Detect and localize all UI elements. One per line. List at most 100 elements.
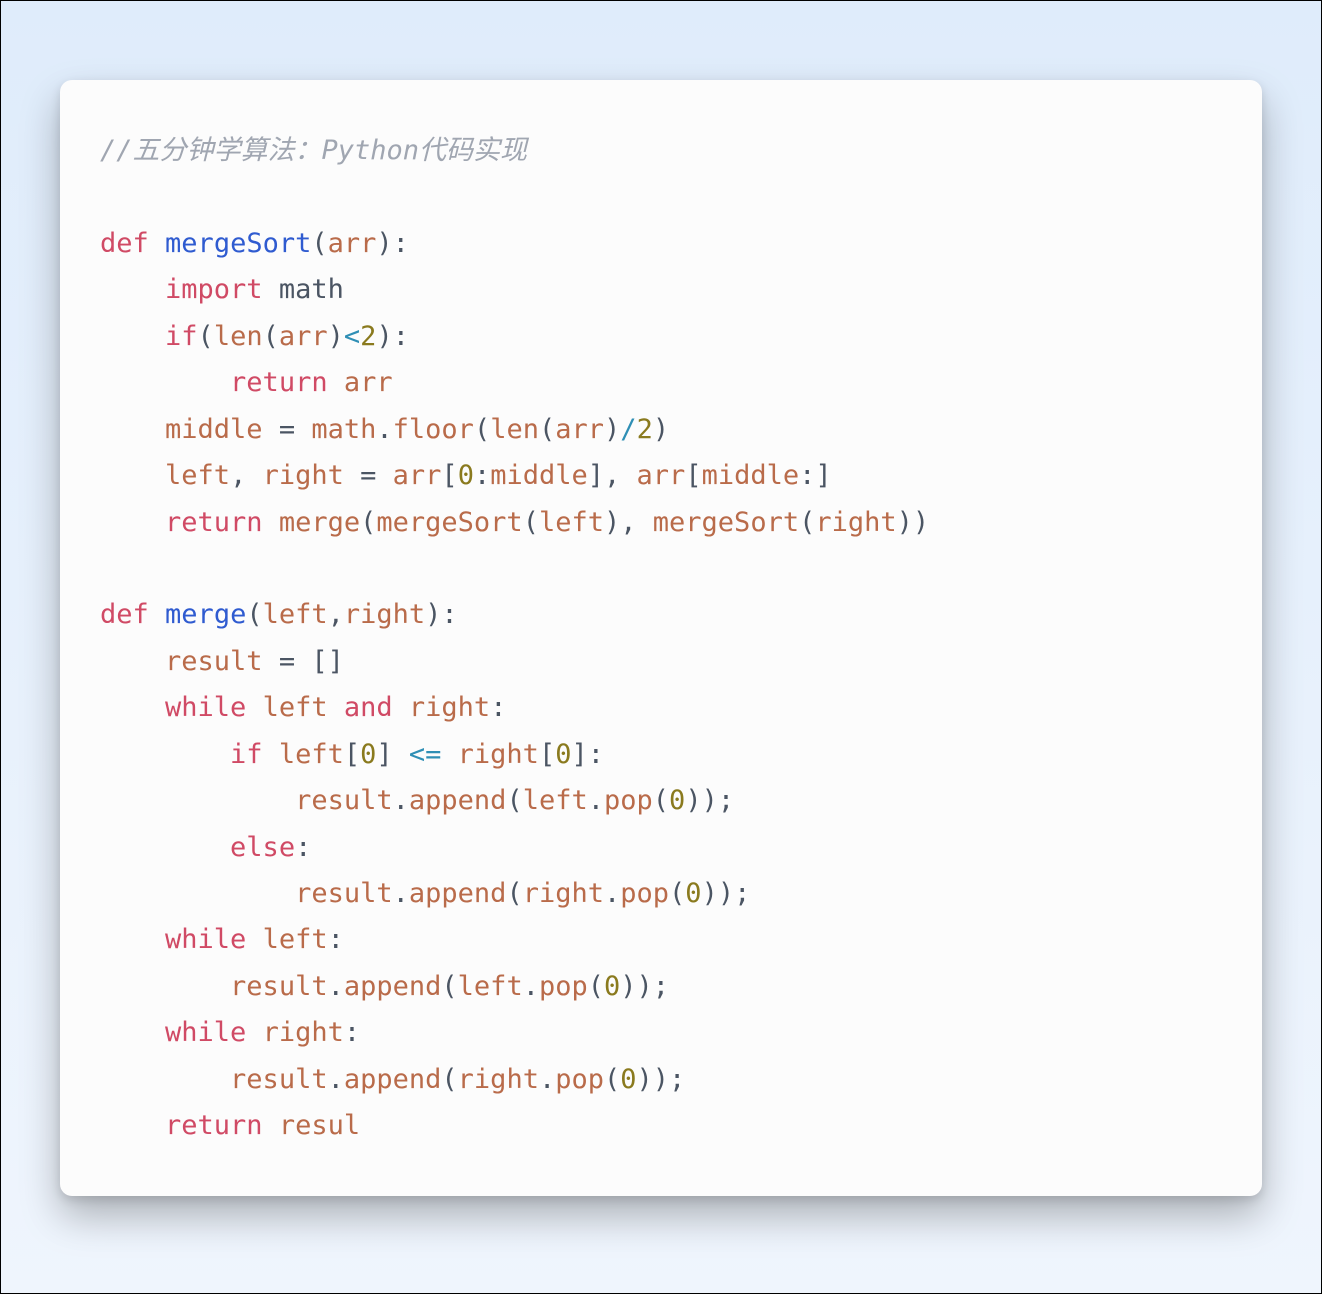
fn-pop: pop <box>604 785 653 816</box>
paren-close: )); <box>685 785 734 816</box>
fn-append: append <box>344 971 442 1002</box>
paren: ( <box>588 971 604 1002</box>
kw-return: return <box>165 507 263 538</box>
fn-pop: pop <box>620 878 669 909</box>
fn-append: append <box>344 1064 442 1095</box>
kw-if: if <box>230 739 263 770</box>
kw-while: while <box>165 924 246 955</box>
colon: : <box>344 1017 360 1048</box>
kw-and: and <box>344 692 393 723</box>
paren-close: ): <box>376 228 409 259</box>
paren: ( <box>669 878 685 909</box>
fn-merge: merge <box>279 507 360 538</box>
var-arr: arr <box>328 367 393 398</box>
code-card: //五分钟学算法：Python代码实现 def mergeSort(arr): … <box>60 80 1262 1196</box>
colon: : <box>295 832 311 863</box>
var-result: result <box>230 1064 328 1095</box>
paren-close: ): <box>425 599 458 630</box>
eq-empty: = [] <box>263 646 344 677</box>
comma: , <box>328 599 344 630</box>
num-0: 0 <box>620 1064 636 1095</box>
var-left: left <box>523 785 588 816</box>
paren: ) <box>328 321 344 352</box>
var-result: result <box>230 971 328 1002</box>
bracket: ], <box>588 460 637 491</box>
var-left: left <box>263 739 344 770</box>
fn-merge: merge <box>165 599 246 630</box>
paren-close: )); <box>702 878 751 909</box>
paren: ( <box>474 414 490 445</box>
paren: ( <box>506 878 522 909</box>
paren: ( <box>311 228 327 259</box>
dot: . <box>376 414 392 445</box>
bracket: [ <box>539 739 555 770</box>
fn-len: len <box>214 321 263 352</box>
mod-math: math <box>263 274 344 305</box>
paren: ( <box>506 785 522 816</box>
kw-if: if <box>165 321 198 352</box>
op-le: <= <box>409 739 442 770</box>
var-middle: middle <box>702 460 800 491</box>
bracket: [ <box>344 739 360 770</box>
space <box>263 507 279 538</box>
code-block: //五分钟学算法：Python代码实现 def mergeSort(arr): … <box>100 128 1222 1150</box>
param-right: right <box>344 599 425 630</box>
colon: : <box>474 460 490 491</box>
var-arr: arr <box>393 460 442 491</box>
fn-append: append <box>409 878 507 909</box>
dot: . <box>328 971 344 1002</box>
var-middle: middle <box>490 460 588 491</box>
kw-while: while <box>165 692 246 723</box>
var-left: left <box>246 692 327 723</box>
num-2: 2 <box>360 321 376 352</box>
bracket: :] <box>799 460 832 491</box>
var-arr: arr <box>637 460 686 491</box>
paren: ) <box>604 414 620 445</box>
var-math: math <box>311 414 376 445</box>
dot: . <box>588 785 604 816</box>
paren: ( <box>653 785 669 816</box>
paren-close: ): <box>376 321 409 352</box>
num-0: 0 <box>458 460 474 491</box>
var-left: left <box>246 924 327 955</box>
var-resul: resul <box>263 1110 361 1141</box>
var-result: result <box>295 785 393 816</box>
colon: : <box>490 692 506 723</box>
kw-import: import <box>165 274 263 305</box>
var-middle: middle <box>165 414 263 445</box>
var-left: left <box>165 460 230 491</box>
paren: ( <box>246 599 262 630</box>
num-0: 0 <box>685 878 701 909</box>
param-left: left <box>263 599 328 630</box>
bracket: ] <box>376 739 409 770</box>
var-right: right <box>263 460 344 491</box>
paren: ), <box>604 507 653 538</box>
var-result: result <box>165 646 263 677</box>
bracket: ]: <box>571 739 604 770</box>
dot: . <box>393 878 409 909</box>
var-result: result <box>295 878 393 909</box>
bracket: [ <box>685 460 701 491</box>
paren: ( <box>799 507 815 538</box>
var-arr: arr <box>555 414 604 445</box>
dot: . <box>539 1064 555 1095</box>
comment-line: //五分钟学算法：Python代码实现 <box>100 135 527 166</box>
param-arr: arr <box>328 228 377 259</box>
num-2: 2 <box>637 414 653 445</box>
fn-pop: pop <box>555 1064 604 1095</box>
paren: ( <box>441 971 457 1002</box>
fn-pop: pop <box>539 971 588 1002</box>
fn-append: append <box>409 785 507 816</box>
kw-def: def <box>100 228 149 259</box>
bracket: [ <box>441 460 457 491</box>
fn-mergesort: mergeSort <box>165 228 311 259</box>
fn-len: len <box>490 414 539 445</box>
kw-else: else <box>230 832 295 863</box>
fn-floor: floor <box>393 414 474 445</box>
paren: ( <box>523 507 539 538</box>
paren: ) <box>653 414 669 445</box>
paren-close: )); <box>637 1064 686 1095</box>
dot: . <box>604 878 620 909</box>
num-0: 0 <box>555 739 571 770</box>
var-left: left <box>539 507 604 538</box>
